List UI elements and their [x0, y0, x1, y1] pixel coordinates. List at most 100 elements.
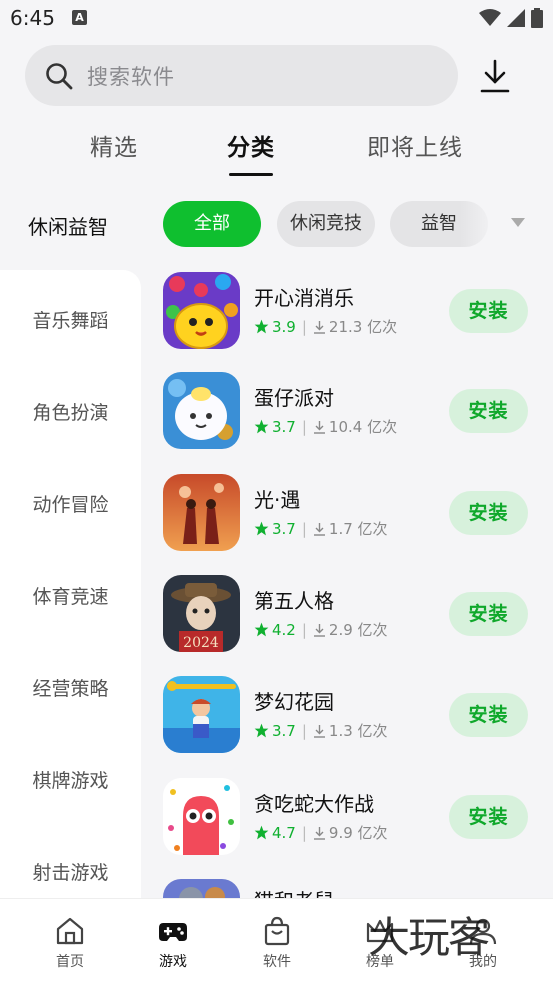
- app-row[interactable]: 蛋仔派对 3.7 | 10.4 亿次 安装: [163, 372, 543, 452]
- install-button[interactable]: 安装: [449, 289, 528, 333]
- app-rating: 3.7: [272, 519, 296, 538]
- app-row[interactable]: 猫和老鼠: [163, 879, 543, 898]
- app-icon: [163, 474, 240, 551]
- app-icon: [163, 778, 240, 855]
- app-icon: [163, 272, 240, 349]
- app-meta: 3.9 | 21.3 亿次: [254, 316, 397, 337]
- download-icon[interactable]: [478, 58, 512, 94]
- app-rating: 3.7: [272, 417, 296, 436]
- install-button[interactable]: 安装: [449, 491, 528, 535]
- app-rating: 3.9: [272, 317, 296, 336]
- chip-all[interactable]: 全部: [163, 201, 261, 247]
- nav-apps[interactable]: 软件: [237, 899, 317, 984]
- signal-icon: [507, 9, 525, 27]
- category-title: 休闲益智: [28, 215, 108, 239]
- chip-casual-competitive[interactable]: 休闲竞技: [277, 201, 375, 247]
- app-row[interactable]: 光·遇 3.7 | 1.7 亿次 安装: [163, 474, 543, 554]
- sidebar-item-shooting[interactable]: 射击游戏: [0, 858, 141, 885]
- app-row[interactable]: 梦幻花园 3.7 | 1.3 亿次 安装: [163, 676, 543, 756]
- app-icon: [163, 879, 240, 898]
- tab-upcoming-label: 即将上线: [367, 135, 463, 161]
- sidebar-item-sports-racing[interactable]: 体育竞速: [0, 582, 141, 609]
- app-rating: 4.2: [272, 620, 296, 639]
- app-meta: 3.7 | 1.3 亿次: [254, 720, 388, 741]
- app-rating: 3.7: [272, 721, 296, 740]
- nav-home[interactable]: 首页: [30, 899, 110, 984]
- status-bar: 6:45 A: [0, 0, 553, 38]
- nav-apps-label: 软件: [263, 954, 291, 970]
- svg-text:2024: 2024: [183, 635, 219, 651]
- category-sidebar: 音乐舞蹈 角色扮演 动作冒险 体育竞速 经营策略 棋牌游戏 射击游戏: [0, 270, 141, 900]
- wifi-icon: [479, 9, 501, 26]
- status-icons: [479, 8, 543, 28]
- top-tabs: 精选 分类 即将上线: [0, 128, 553, 188]
- download-count-icon: [313, 724, 325, 738]
- download-count-icon: [313, 826, 325, 840]
- app-meta: 4.7 | 9.9 亿次: [254, 822, 388, 843]
- app-downloads: 9.9 亿次: [328, 824, 388, 842]
- app-name: 蛋仔派对: [254, 386, 334, 410]
- sidebar-item-board-card[interactable]: 棋牌游戏: [0, 766, 141, 793]
- sidebar-item-action-adventure[interactable]: 动作冒险: [0, 490, 141, 517]
- home-icon: [56, 917, 84, 945]
- gamepad-icon: [159, 923, 187, 941]
- app-icon: [163, 372, 240, 449]
- app-row[interactable]: 贪吃蛇大作战 4.7 | 9.9 亿次 安装: [163, 778, 543, 858]
- bag-icon: [264, 916, 290, 946]
- tab-categories-label: 分类: [227, 135, 275, 161]
- app-downloads: 2.9 亿次: [328, 621, 388, 639]
- nav-games-label: 游戏: [159, 954, 187, 970]
- download-count-icon: [313, 420, 325, 434]
- star-icon: [254, 319, 269, 334]
- star-icon: [254, 622, 269, 637]
- star-icon: [254, 723, 269, 738]
- app-row[interactable]: 2024 第五人格 4.2 | 2.9 亿次 安装: [163, 575, 543, 655]
- app-name: 开心消消乐: [254, 286, 354, 310]
- status-time: 6:45: [10, 6, 55, 30]
- watermark: 大玩客: [368, 913, 490, 962]
- sidebar-item-music-dance[interactable]: 音乐舞蹈: [0, 306, 141, 333]
- star-icon: [254, 419, 269, 434]
- app-name: 猫和老鼠: [254, 885, 334, 898]
- search-bar[interactable]: 搜索软件: [25, 45, 458, 106]
- app-meta: 3.7 | 10.4 亿次: [254, 416, 397, 437]
- chevron-down-icon[interactable]: [511, 218, 525, 227]
- star-icon: [254, 521, 269, 536]
- nav-home-label: 首页: [56, 954, 84, 970]
- tab-featured-label: 精选: [90, 135, 138, 161]
- app-meta: 4.2 | 2.9 亿次: [254, 619, 388, 640]
- app-name: 第五人格: [254, 589, 334, 613]
- sidebar-item-role-playing[interactable]: 角色扮演: [0, 398, 141, 425]
- app-icon: 2024: [163, 575, 240, 652]
- app-row[interactable]: 开心消消乐 3.9 | 21.3 亿次 安装: [163, 272, 543, 352]
- install-button[interactable]: 安装: [449, 389, 528, 433]
- search-placeholder: 搜索软件: [87, 65, 175, 89]
- tab-featured[interactable]: 精选: [90, 128, 138, 162]
- install-button[interactable]: 安装: [449, 693, 528, 737]
- app-rating: 4.7: [272, 823, 296, 842]
- download-count-icon: [313, 320, 325, 334]
- sidebar-item-strategy[interactable]: 经营策略: [0, 674, 141, 701]
- download-count-icon: [313, 623, 325, 637]
- battery-icon: [531, 8, 543, 28]
- tab-categories[interactable]: 分类: [227, 128, 275, 176]
- app-downloads: 1.7 亿次: [328, 520, 388, 538]
- app-downloads: 1.3 亿次: [328, 722, 388, 740]
- star-icon: [254, 825, 269, 840]
- search-icon: [46, 63, 73, 90]
- app-name: 光·遇: [254, 488, 301, 512]
- nav-games[interactable]: 游戏: [133, 899, 213, 984]
- install-button[interactable]: 安装: [449, 592, 528, 636]
- filter-row: 休闲益智 全部 休闲竞技 益智: [0, 201, 553, 249]
- tab-upcoming[interactable]: 即将上线: [367, 128, 463, 162]
- app-icon: [163, 676, 240, 753]
- app-meta: 3.7 | 1.7 亿次: [254, 518, 388, 539]
- app-downloads: 10.4 亿次: [328, 418, 398, 436]
- app-downloads: 21.3 亿次: [328, 318, 398, 336]
- download-count-icon: [313, 522, 325, 536]
- active-tab-indicator: [229, 173, 273, 176]
- notification-icon: A: [72, 10, 87, 25]
- app-name: 梦幻花园: [254, 690, 334, 714]
- app-name: 贪吃蛇大作战: [254, 792, 374, 816]
- install-button[interactable]: 安装: [449, 795, 528, 839]
